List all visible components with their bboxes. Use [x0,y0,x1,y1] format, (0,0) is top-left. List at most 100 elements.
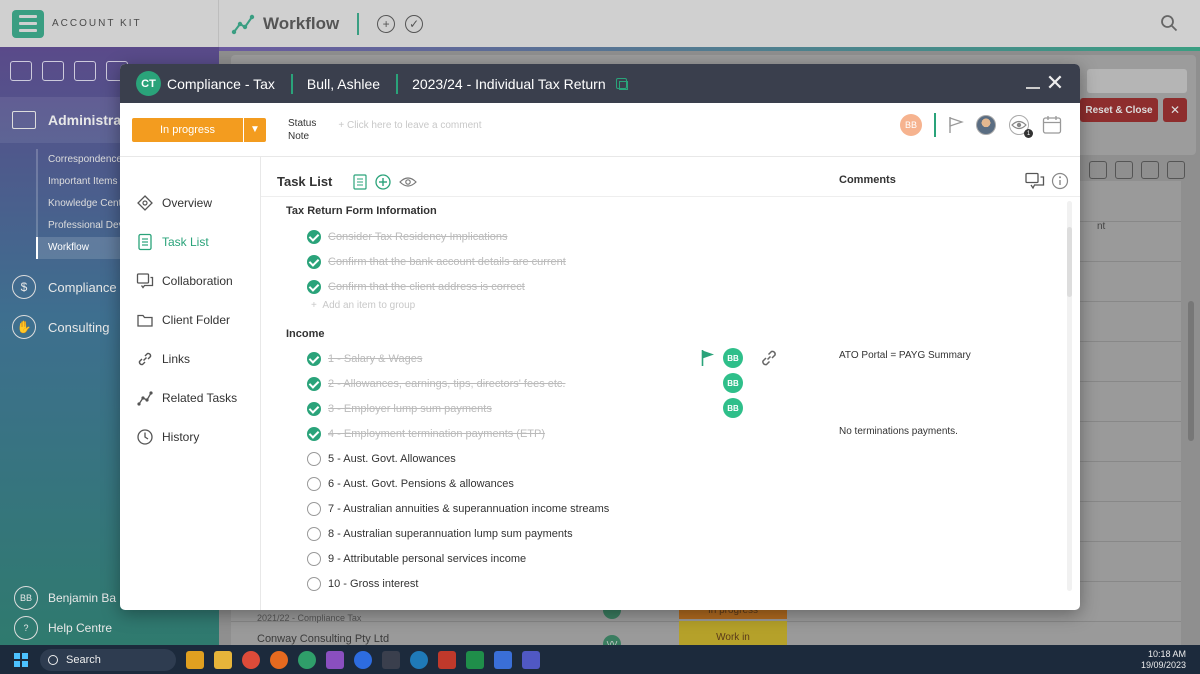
user-filter-icon[interactable] [1115,161,1133,179]
task-item[interactable]: 4 - Employment termination payments (ETP… [307,426,545,442]
widget-icon[interactable] [186,650,204,669]
task-modal: CT Compliance - Tax Bull, Ashlee 2023/24… [120,64,1080,610]
calendar-icon[interactable] [1042,115,1062,135]
task-checkbox[interactable] [307,255,321,269]
taskbar-search[interactable]: Search [40,648,176,671]
task-item[interactable]: 9 - Attributable personal services incom… [307,551,526,567]
task-assignee-avatar[interactable]: BB [723,373,743,393]
windows-start-icon[interactable] [14,652,28,667]
bg-close-icon[interactable]: ✕ [1163,98,1187,122]
task-checkbox[interactable] [307,377,321,391]
add-circle-icon[interactable]: + [377,14,396,33]
file-explorer-icon[interactable] [214,650,232,669]
nav-collaboration[interactable]: Collaboration [120,261,260,300]
task-checkbox[interactable] [307,427,321,441]
user-photo-avatar[interactable] [976,115,996,135]
task-item[interactable]: 6 - Aust. Govt. Pensions & allowances [307,476,514,492]
chevron-down-icon[interactable]: ▼ [243,117,266,142]
search-icon[interactable] [1160,14,1178,32]
task-item[interactable]: 3 - Employer lump sum payments [307,401,492,417]
table-row-status[interactable]: Work in [679,621,787,645]
column-header-fragment: nt [1097,221,1106,232]
task-checkbox[interactable] [307,280,321,294]
task-checkbox[interactable] [307,477,321,491]
task-assignee-avatar[interactable]: BB [723,398,743,418]
page-scrollbar[interactable] [1188,301,1194,441]
firefox-icon[interactable] [270,650,288,669]
reset-close-button[interactable]: Reset & Close [1080,98,1158,122]
nav-history[interactable]: History [120,417,260,456]
task-item[interactable]: Confirm that the client address is corre… [307,279,525,295]
app-icon[interactable] [382,650,400,669]
docs-icon[interactable] [494,650,512,669]
status-value[interactable]: In progress [132,117,243,142]
menu-icon[interactable] [1167,161,1185,179]
table-row-name[interactable]: Conway Consulting Pty Ltd [257,633,389,645]
bg-search-input[interactable] [1087,69,1187,93]
task-comment[interactable]: No terminations payments. [839,426,958,437]
help-centre-link[interactable]: ? Help Centre [0,613,219,643]
comment-input[interactable]: + Click here to leave a comment [338,120,481,131]
chrome-icon[interactable] [242,650,260,669]
nav-links[interactable]: Links [120,339,260,378]
zoom-icon[interactable] [354,650,372,669]
task-item[interactable]: 5 - Aust. Govt. Allowances [307,451,456,467]
modal-client[interactable]: Bull, Ashlee [307,76,380,92]
status-dropdown[interactable]: In progress ▼ [132,117,266,142]
taskbar-clock[interactable]: 10:18 AM 19/09/2023 [1141,649,1186,671]
flag-icon[interactable] [948,116,964,134]
link-icon[interactable] [759,348,779,368]
app-icon[interactable] [410,650,428,669]
task-checkbox[interactable] [307,502,321,516]
task-list-scrollbar[interactable] [1067,201,1072,591]
comment-placeholder: Click here to leave a comment [346,120,482,131]
people-icon[interactable] [74,61,96,81]
copy-link-icon[interactable] [615,78,628,90]
nav-client-folder[interactable]: Client Folder [120,300,260,339]
task-item[interactable]: 7 - Australian annuities & superannuatio… [307,501,609,517]
task-item[interactable]: 1 - Salary & Wages [307,351,422,367]
task-item[interactable]: Consider Tax Residency Implications [307,229,508,245]
nav-related-tasks[interactable]: Related Tasks [120,378,260,417]
assignee-avatar[interactable]: BB [900,114,922,136]
home-icon[interactable] [10,61,32,81]
add-circle-icon[interactable] [375,174,391,190]
brand[interactable]: ACCOUNT KIT [0,0,219,47]
nav-task-list[interactable]: Task List [120,222,260,261]
eye-icon[interactable] [399,176,417,188]
task-checkbox[interactable] [307,452,321,466]
add-item-link[interactable]: + Add an item to group [311,300,415,311]
app-icon[interactable] [438,650,456,669]
slack-icon[interactable] [326,650,344,669]
watchers-button[interactable]: 1 [1008,114,1033,138]
columns-icon[interactable] [1141,161,1159,179]
close-icon[interactable]: ✕ [1044,72,1066,94]
nav-overview[interactable]: Overview [120,183,260,222]
task-assignee-avatar[interactable]: BB [723,348,743,368]
nav-label: History [162,429,200,444]
scrollbar-thumb[interactable] [1067,227,1072,297]
check-circle-icon[interactable]: ✓ [405,14,424,33]
task-comment[interactable]: ATO Portal = PAYG Summary [839,350,971,361]
task-checkbox[interactable] [307,230,321,244]
task-item[interactable]: 10 - Gross interest [307,576,418,592]
task-item[interactable]: Confirm that the bank account details ar… [307,254,566,270]
task-item[interactable]: 2 - Allowances, earnings, tips, director… [307,376,566,392]
sheets-icon[interactable] [466,650,484,669]
info-icon[interactable] [1051,172,1069,190]
list-icon[interactable] [42,61,64,81]
minimize-icon[interactable] [1026,87,1040,89]
task-checkbox[interactable] [307,352,321,366]
task-checkbox[interactable] [307,552,321,566]
task-checkbox[interactable] [307,402,321,416]
task-item[interactable]: 8 - Australian superannuation lump sum p… [307,526,573,542]
filter-icon[interactable] [1089,161,1107,179]
template-icon[interactable] [353,174,367,190]
flag-icon[interactable] [701,349,715,367]
task-checkbox[interactable] [307,577,321,591]
task-checkbox[interactable] [307,527,321,541]
comment-bubbles-icon[interactable] [1025,172,1045,190]
related-tasks-icon [137,390,153,406]
teams-icon[interactable] [522,650,540,669]
edge-icon[interactable] [298,650,316,669]
